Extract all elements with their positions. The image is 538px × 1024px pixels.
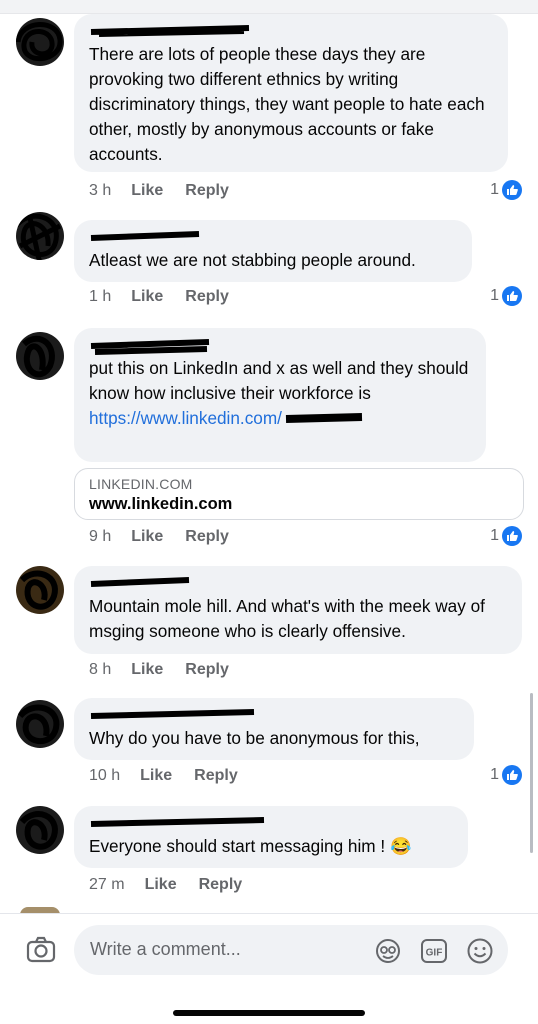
comment-meta: 8 h Like Reply <box>89 661 251 679</box>
comment-text: Everyone should start messaging him ! 😂 <box>89 834 454 859</box>
reaction-count-value: 1 <box>490 527 499 544</box>
link-preview-card[interactable]: LINKEDIN.COM www.linkedin.com <box>74 468 524 520</box>
comment-input-placeholder: Write a comment... <box>90 939 241 959</box>
reply-link[interactable]: Reply <box>185 528 229 546</box>
redacted-author-name <box>89 228 239 248</box>
comment-time: 8 h <box>89 661 112 678</box>
thumbs-up-icon <box>502 286 522 306</box>
reply-link[interactable]: Reply <box>199 876 243 894</box>
reply-link[interactable]: Reply <box>185 182 229 200</box>
comment-text: Atleast we are not stabbing people aroun… <box>89 250 416 270</box>
avatar-sticker-icon[interactable] <box>374 937 402 965</box>
avatar[interactable] <box>16 700 64 748</box>
avatar[interactable] <box>16 806 64 854</box>
avatar[interactable] <box>16 18 64 66</box>
redacted-author-name <box>89 706 255 726</box>
comment-bubble: There are lots of people these days they… <box>74 14 508 172</box>
comment-bubble: Everyone should start messaging him ! 😂 <box>74 806 468 868</box>
comment-time: 27 m <box>89 876 125 893</box>
laughing-emoji: 😂 <box>389 836 412 856</box>
reaction-count[interactable]: 1 <box>490 180 522 200</box>
like-link[interactable]: Like <box>131 528 163 546</box>
gif-icon[interactable]: GIF <box>420 937 448 965</box>
reaction-count-value: 1 <box>490 287 499 304</box>
comment-time: 1 h <box>89 288 112 305</box>
top-status-strip <box>0 0 538 14</box>
reaction-count[interactable]: 1 <box>490 526 522 546</box>
reaction-count-value: 1 <box>490 766 499 783</box>
thumbs-up-icon <box>502 765 522 785</box>
comment-text: put this on LinkedIn and x as well and t… <box>89 358 469 403</box>
link-preview-site: www.linkedin.com <box>89 495 233 513</box>
comment-text: Why do you have to be anonymous for this… <box>89 728 420 748</box>
like-link[interactable]: Like <box>140 767 172 785</box>
reply-link[interactable]: Reply <box>185 288 229 306</box>
comment-text: Mountain mole hill. And what's with the … <box>89 596 485 641</box>
like-link[interactable]: Like <box>131 661 163 679</box>
svg-text:GIF: GIF <box>426 948 443 959</box>
comment-meta: 9 h Like Reply <box>89 528 251 546</box>
reply-link[interactable]: Reply <box>185 661 229 679</box>
link-preview-domain: LINKEDIN.COM <box>89 476 193 492</box>
comment-meta: 1 h Like Reply <box>89 288 251 306</box>
camera-icon[interactable] <box>25 934 57 966</box>
comment-text: There are lots of people these days they… <box>89 44 485 164</box>
comment-meta: 3 h Like Reply <box>89 182 251 200</box>
avatar[interactable] <box>16 332 64 380</box>
thumbs-up-icon <box>502 180 522 200</box>
comment-bubble: Mountain mole hill. And what's with the … <box>74 566 522 654</box>
avatar[interactable] <box>16 566 64 614</box>
redacted-author-name <box>89 336 239 356</box>
reply-link[interactable]: Reply <box>194 767 238 785</box>
comment-time: 10 h <box>89 767 121 784</box>
comment-bubble: put this on LinkedIn and x as well and t… <box>74 328 486 462</box>
emoji-icon[interactable] <box>466 937 494 965</box>
reaction-count[interactable]: 1 <box>490 765 522 785</box>
comment-input[interactable]: Write a comment... GIF <box>74 925 508 975</box>
comment-time: 9 h <box>89 528 112 545</box>
like-link[interactable]: Like <box>145 876 177 894</box>
reaction-count[interactable]: 1 <box>490 286 522 306</box>
comment-time: 3 h <box>89 182 112 199</box>
like-link[interactable]: Like <box>131 182 163 200</box>
redacted-author-name <box>89 814 265 834</box>
home-indicator <box>173 1010 365 1016</box>
thumbs-up-icon <box>502 526 522 546</box>
redacted-author-name <box>89 22 250 42</box>
comment-bubble: Why do you have to be anonymous for this… <box>74 698 474 760</box>
scrollbar[interactable] <box>530 693 533 853</box>
comment-meta: 10 h Like Reply <box>89 767 260 785</box>
comment-link-url: https://www.linkedin.com/ <box>89 408 282 428</box>
comment-meta: 27 m Like Reply <box>89 876 264 894</box>
comment-text-content: Everyone should start messaging him ! <box>89 836 386 856</box>
avatar[interactable] <box>16 212 64 260</box>
comment-link[interactable]: https://www.linkedin.com/ <box>89 406 472 431</box>
like-link[interactable]: Like <box>131 288 163 306</box>
comment-composer: Write a comment... GIF <box>0 913 538 1024</box>
redacted-author-name <box>89 574 239 594</box>
comment-bubble: Atleast we are not stabbing people aroun… <box>74 220 472 282</box>
reaction-count-value: 1 <box>490 181 499 198</box>
